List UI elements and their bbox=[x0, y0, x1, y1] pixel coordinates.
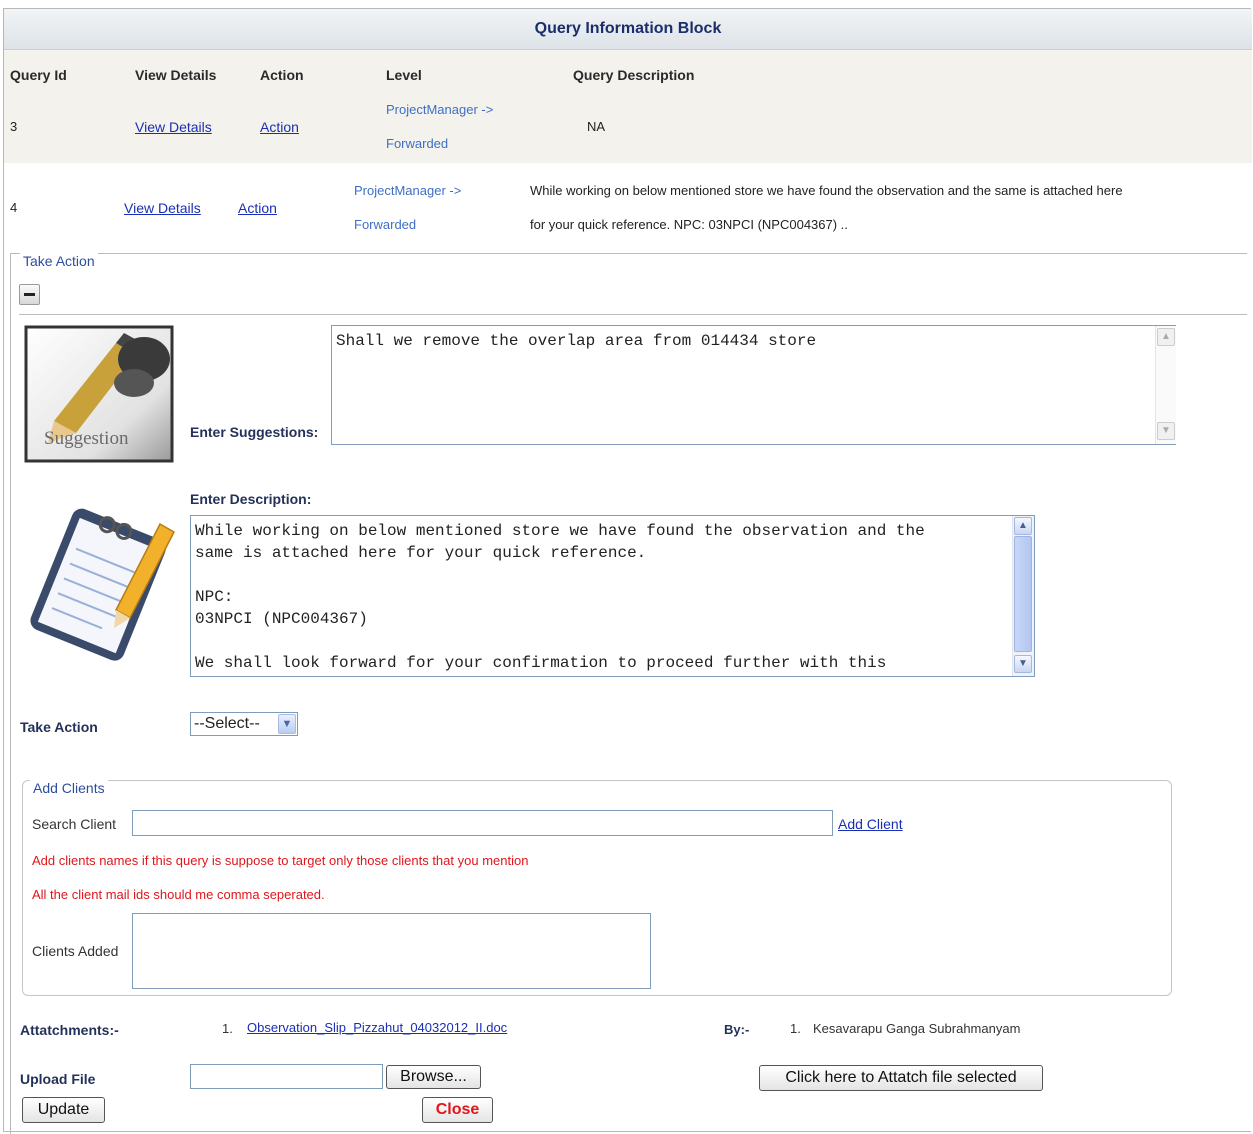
scroll-down-icon[interactable]: ▼ bbox=[1157, 422, 1175, 440]
notepad-image bbox=[20, 480, 180, 680]
level-line: ProjectManager -> bbox=[386, 102, 494, 117]
col-header-query-description: Query Description bbox=[573, 67, 695, 83]
description-scrollbar[interactable]: ▲ ▼ bbox=[1012, 516, 1034, 676]
close-button[interactable]: Close bbox=[422, 1097, 493, 1123]
add-client-link[interactable]: Add Client bbox=[838, 816, 903, 832]
suggestions-label: Enter Suggestions: bbox=[190, 424, 319, 440]
divider bbox=[19, 314, 1247, 315]
action-link[interactable]: Action bbox=[260, 119, 299, 135]
scroll-down-icon[interactable]: ▼ bbox=[1014, 655, 1032, 673]
take-action-label: Take Action bbox=[20, 719, 98, 735]
notepad-pencil-icon bbox=[30, 508, 175, 661]
add-clients-legend: Add Clients bbox=[30, 780, 108, 796]
description-line: While working on below mentioned store w… bbox=[530, 183, 1123, 198]
view-details-link[interactable]: View Details bbox=[135, 119, 212, 135]
search-client-label: Search Client bbox=[32, 816, 117, 832]
col-header-query-id: Query Id bbox=[10, 67, 67, 83]
search-client-input[interactable] bbox=[132, 810, 833, 836]
col-header-action: Action bbox=[260, 67, 304, 83]
query-description-cell: While working on below mentioned store w… bbox=[530, 174, 1123, 242]
update-button[interactable]: Update bbox=[22, 1097, 105, 1123]
col-header-view-details: View Details bbox=[135, 67, 217, 83]
suggestion-image-caption: Suggestion bbox=[44, 428, 129, 449]
level-line: Forwarded bbox=[354, 217, 417, 232]
take-action-select[interactable]: --Select-- ▼ bbox=[190, 712, 298, 736]
scroll-thumb[interactable] bbox=[1014, 536, 1032, 652]
description-textarea[interactable] bbox=[190, 515, 1035, 677]
clients-added-textarea[interactable] bbox=[132, 913, 651, 989]
view-details-link[interactable]: View Details bbox=[124, 200, 201, 216]
query-id-cell: 4 bbox=[10, 200, 18, 215]
attach-file-button[interactable]: Click here to Attatch file selected bbox=[759, 1065, 1043, 1091]
take-action-select-value: --Select-- bbox=[194, 715, 260, 732]
by-name: Kesavarapu Ganga Subrahmanyam bbox=[813, 1021, 1021, 1036]
level-line: Forwarded bbox=[386, 136, 449, 151]
attachment-number: 1. bbox=[222, 1021, 233, 1036]
attachments-label: Attatchments:- bbox=[20, 1022, 119, 1038]
page-title: Query Information Block bbox=[4, 9, 1252, 50]
by-number: 1. bbox=[790, 1021, 801, 1036]
query-id-cell: 3 bbox=[10, 119, 18, 134]
upload-file-label: Upload File bbox=[20, 1071, 96, 1087]
clients-note: Add clients names if this query is suppo… bbox=[32, 853, 529, 868]
description-line: for your quick reference. NPC: 03NPCI (N… bbox=[530, 217, 848, 232]
query-description-cell: NA bbox=[587, 119, 606, 134]
clients-note: All the client mail ids should me comma … bbox=[32, 887, 325, 902]
suggestions-textarea[interactable] bbox=[331, 325, 1176, 445]
upload-file-input[interactable] bbox=[190, 1064, 383, 1089]
clients-added-label: Clients Added bbox=[32, 943, 119, 959]
scroll-up-icon[interactable]: ▲ bbox=[1157, 328, 1175, 346]
level-cell: ProjectManager -> Forwarded bbox=[386, 93, 493, 161]
chevron-down-icon[interactable]: ▼ bbox=[278, 714, 296, 734]
suggestions-scrollbar[interactable]: ▲ ▼ bbox=[1155, 326, 1176, 444]
collapse-minus-icon[interactable] bbox=[19, 284, 40, 305]
take-action-legend: Take Action bbox=[20, 253, 98, 269]
level-line: ProjectManager -> bbox=[354, 183, 462, 198]
by-label: By:- bbox=[724, 1022, 750, 1037]
level-cell: ProjectManager -> Forwarded bbox=[354, 174, 461, 242]
attachment-file-link[interactable]: Observation_Slip_Pizzahut_04032012_II.do… bbox=[247, 1020, 507, 1035]
scroll-up-icon[interactable]: ▲ bbox=[1014, 517, 1032, 535]
description-label: Enter Description: bbox=[190, 491, 312, 507]
col-header-level: Level bbox=[386, 67, 422, 83]
browse-button[interactable]: Browse... bbox=[386, 1065, 481, 1089]
action-link[interactable]: Action bbox=[238, 200, 277, 216]
